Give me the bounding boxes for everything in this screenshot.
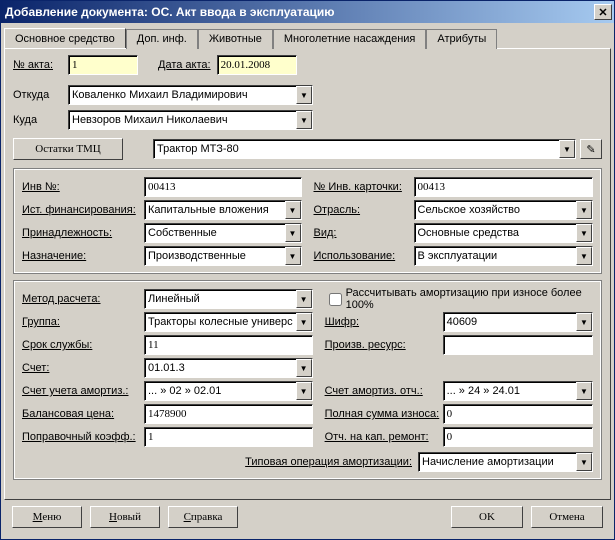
leftovers-button[interactable]: Остатки ТМЦ (13, 138, 123, 160)
chevron-down-icon: ▼ (285, 224, 301, 242)
label-amort-ded-acc: Счет амортиз. отч.: (325, 385, 443, 397)
to-value: Невзоров Михаил Николаевич (69, 111, 296, 129)
amort-op-select[interactable]: Начисление амортизации ▼ (418, 452, 593, 472)
asset-select[interactable]: Трактор МТЗ-80 ▼ (153, 139, 576, 159)
chevron-down-icon: ▼ (296, 111, 312, 129)
chevron-down-icon: ▼ (296, 290, 312, 308)
label-balance-price: Балансовая цена: (22, 408, 144, 420)
chevron-down-icon: ▼ (576, 224, 592, 242)
cipher-select[interactable]: 40609 ▼ (443, 312, 593, 332)
cancel-button[interactable]: Отмена (531, 506, 603, 528)
usage-select[interactable]: В эксплуатации ▼ (414, 246, 594, 266)
tab-perennial[interactable]: Многолетние насаждения (273, 29, 426, 49)
label-account: Счет: (22, 362, 144, 374)
chevron-down-icon: ▼ (285, 201, 301, 219)
pencil-icon: ✎ (586, 143, 595, 156)
chevron-down-icon: ▼ (576, 313, 592, 331)
cap-repair-input[interactable] (443, 427, 593, 447)
from-select[interactable]: Коваленко Михаил Владимирович ▼ (68, 85, 313, 105)
label-to: Куда (13, 114, 68, 126)
chevron-down-icon: ▼ (296, 359, 312, 377)
method-select[interactable]: Линейный ▼ (144, 289, 313, 309)
act-date-input[interactable] (217, 55, 297, 75)
tab-animals[interactable]: Животные (198, 29, 273, 49)
card-no-input[interactable] (414, 177, 594, 197)
from-value: Коваленко Михаил Владимирович (69, 86, 296, 104)
label-recalc: Рассчитывать амортизацию при износе боле… (346, 287, 593, 311)
wear-full-input[interactable] (443, 404, 593, 424)
label-branch: Отрасль: (314, 204, 414, 216)
label-act-no: № акта: (13, 59, 68, 71)
amort-ded-acc-select[interactable]: ... » 24 » 24.01 ▼ (443, 381, 593, 401)
label-fin-source: Ист. финансирования: (22, 204, 144, 216)
close-button[interactable]: ✕ (594, 4, 612, 20)
chevron-down-icon: ▼ (285, 247, 301, 265)
menu-button[interactable]: Меню (12, 506, 82, 528)
window-title: Добавление документа: ОС. Акт ввода в эк… (5, 5, 592, 19)
fin-source-select[interactable]: Капитальные вложения ▼ (144, 200, 302, 220)
amort-acc-select[interactable]: ... » 02 » 02.01 ▼ (144, 381, 313, 401)
chevron-down-icon: ▼ (296, 382, 312, 400)
kind-select[interactable]: Основные средства ▼ (414, 223, 594, 243)
purpose-select[interactable]: Производственные ▼ (144, 246, 302, 266)
label-amort-op: Типовая операция амортизации: (245, 456, 412, 468)
edit-asset-button[interactable]: ✎ (580, 139, 602, 159)
label-cipher: Шифр: (325, 316, 443, 328)
label-act-date: Дата акта: (158, 59, 211, 71)
ok-button[interactable]: OK (451, 506, 523, 528)
label-wear-full: Полная сумма износа: (325, 408, 443, 420)
chevron-down-icon: ▼ (576, 382, 592, 400)
new-button[interactable]: Новый (90, 506, 160, 528)
ownership-select[interactable]: Собственные ▼ (144, 223, 302, 243)
label-corr-factor: Поправочный коэфф.: (22, 431, 144, 443)
label-purpose: Назначение: (22, 250, 144, 262)
title-bar: Добавление документа: ОС. Акт ввода в эк… (1, 1, 614, 23)
corr-factor-input[interactable] (144, 427, 313, 447)
label-usage: Использование: (314, 250, 414, 262)
act-no-input[interactable] (68, 55, 138, 75)
to-select[interactable]: Невзоров Михаил Николаевич ▼ (68, 110, 313, 130)
balance-price-input[interactable] (144, 404, 313, 424)
chevron-down-icon: ▼ (576, 247, 592, 265)
tab-addinfo[interactable]: Доп. инф. (126, 29, 198, 49)
chevron-down-icon: ▼ (296, 313, 312, 331)
tab-strip: Основное средство Доп. инф. Животные Мно… (4, 28, 611, 48)
tab-attributes[interactable]: Атрибуты (426, 29, 497, 49)
chevron-down-icon: ▼ (559, 140, 575, 158)
tab-body: № акта: Дата акта: Откуда Коваленко Миха… (4, 48, 611, 500)
group-select[interactable]: Тракторы колесные универс ▼ (144, 312, 313, 332)
label-ownership: Принадлежность: (22, 227, 144, 239)
chevron-down-icon: ▼ (576, 453, 592, 471)
lifetime-input[interactable] (144, 335, 313, 355)
recalc-checkbox[interactable] (329, 293, 342, 306)
label-method: Метод расчета: (22, 293, 144, 305)
branch-select[interactable]: Сельское хозяйство ▼ (414, 200, 594, 220)
asset-value: Трактор МТЗ-80 (154, 140, 559, 158)
help-button[interactable]: Справка (168, 506, 238, 528)
label-from: Откуда (13, 89, 68, 101)
prod-res-input[interactable] (443, 335, 593, 355)
label-prod-res: Произв. ресурс: (325, 339, 443, 351)
chevron-down-icon: ▼ (296, 86, 312, 104)
chevron-down-icon: ▼ (576, 201, 592, 219)
label-lifetime: Срок службы: (22, 339, 144, 351)
bottom-bar: Меню Новый Справка OK Отмена (4, 500, 611, 536)
inv-no-input[interactable] (144, 177, 302, 197)
label-amort-acc: Счет учета амортиз.: (22, 385, 144, 397)
account-select[interactable]: 01.01.3 ▼ (144, 358, 313, 378)
label-cap-repair: Отч. на кап. ремонт: (325, 431, 443, 443)
label-inv-no: Инв №: (22, 181, 144, 193)
label-card-no: № Инв. карточки: (314, 181, 414, 193)
label-kind: Вид: (314, 227, 414, 239)
label-group: Группа: (22, 316, 144, 328)
tab-main[interactable]: Основное средство (4, 28, 126, 48)
